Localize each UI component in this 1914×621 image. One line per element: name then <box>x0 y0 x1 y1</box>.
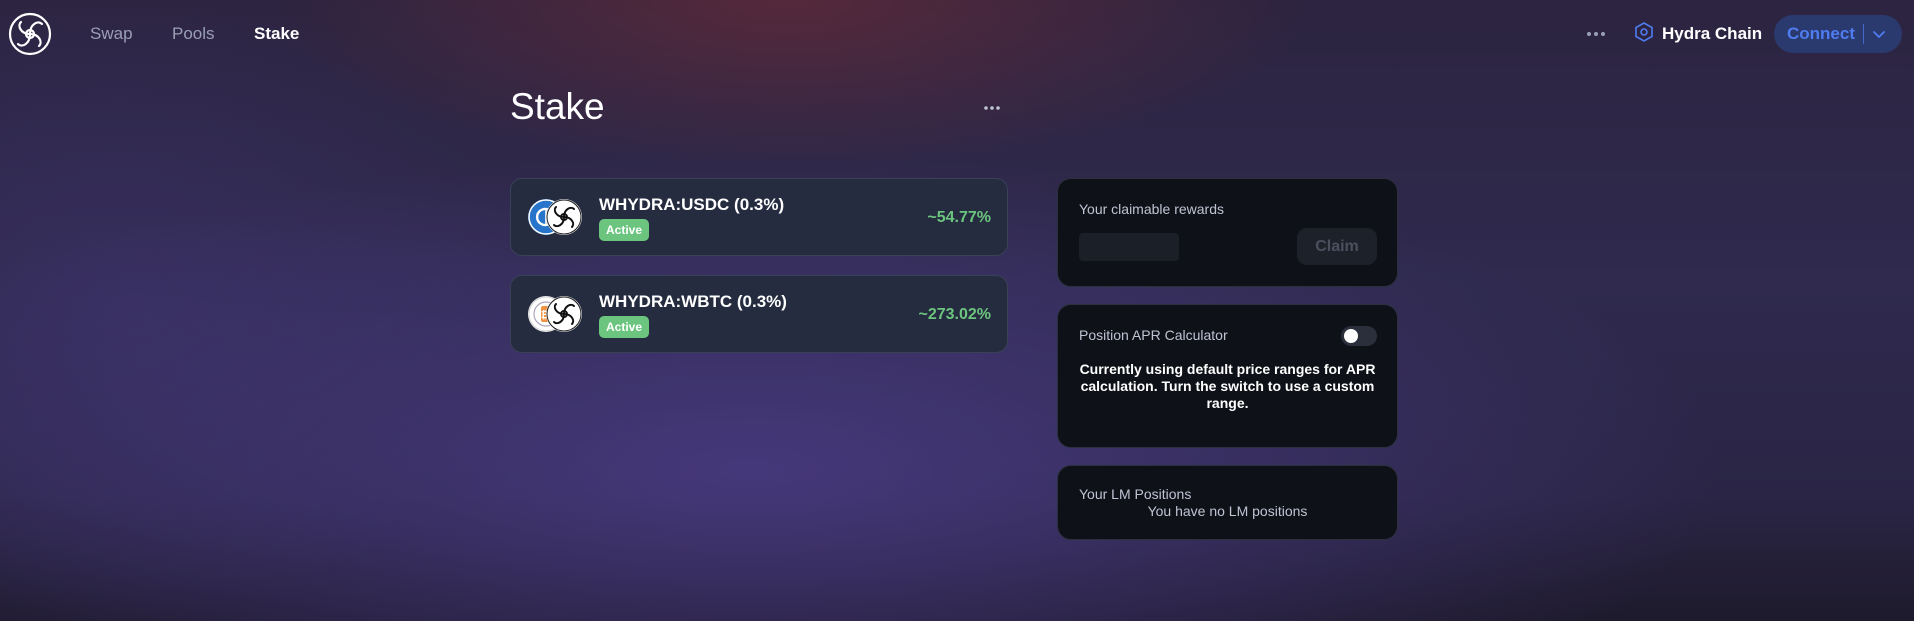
status-badge: Active <box>599 316 650 338</box>
pool-token-pair <box>528 199 588 239</box>
nav-link-pools[interactable]: Pools <box>172 24 215 44</box>
connect-button[interactable]: Connect <box>1774 15 1902 53</box>
lm-positions-label: Your LM Positions <box>1079 486 1192 502</box>
chain-label: Hydra Chain <box>1662 24 1763 43</box>
connect-label: Connect <box>1787 24 1855 43</box>
pool-card-whydra-usdc[interactable]: WHYDRA:USDC (0.3%) Active ~54.77% <box>510 178 1008 256</box>
apr-calculator-description: Currently using default price ranges for… <box>1079 361 1376 411</box>
chevron-down-icon[interactable] <box>1872 27 1886 41</box>
connect-divider <box>1863 24 1864 44</box>
nav-link-stake[interactable]: Stake <box>254 24 299 44</box>
chain-selector[interactable]: Hydra Chain <box>1634 21 1763 47</box>
pool-apr: ~273.02% <box>918 306 991 323</box>
pool-name: WHYDRA:USDC (0.3%) <box>599 195 785 214</box>
pool-name: WHYDRA:WBTC (0.3%) <box>599 292 787 311</box>
claimable-rewards-panel: Your claimable rewards Claim <box>1057 178 1398 287</box>
apr-calculator-toggle[interactable] <box>1341 326 1377 346</box>
rewards-amount-placeholder <box>1079 233 1179 261</box>
top-nav: Swap Pools Stake Hydra Chain Connect <box>0 0 1914 68</box>
hydra-logo-icon[interactable] <box>8 12 52 56</box>
apr-calculator-panel: Position APR Calculator Currently using … <box>1057 304 1398 448</box>
hydra-chain-icon <box>1634 21 1654 47</box>
pool-token-pair: ₿ <box>528 296 588 336</box>
page-title: Stake <box>510 86 605 127</box>
more-menu-icon[interactable] <box>1584 22 1608 46</box>
whydra-token-icon <box>546 296 582 332</box>
apr-calculator-label: Position APR Calculator <box>1079 327 1228 343</box>
lm-positions-panel: Your LM Positions You have no LM positio… <box>1057 465 1398 540</box>
lm-positions-empty-text: You have no LM positions <box>1147 503 1308 519</box>
nav-link-swap[interactable]: Swap <box>90 24 133 44</box>
whydra-token-icon <box>546 199 582 235</box>
pool-apr: ~54.77% <box>927 209 991 226</box>
status-badge: Active <box>599 219 650 241</box>
pool-card-whydra-wbtc[interactable]: ₿ WHYDRA:WBTC (0.3%) Active ~273.02% <box>510 275 1008 353</box>
toggle-knob <box>1344 329 1358 343</box>
claim-button[interactable]: Claim <box>1297 228 1377 265</box>
rewards-label: Your claimable rewards <box>1079 201 1224 217</box>
page-options-icon[interactable] <box>980 98 1004 118</box>
